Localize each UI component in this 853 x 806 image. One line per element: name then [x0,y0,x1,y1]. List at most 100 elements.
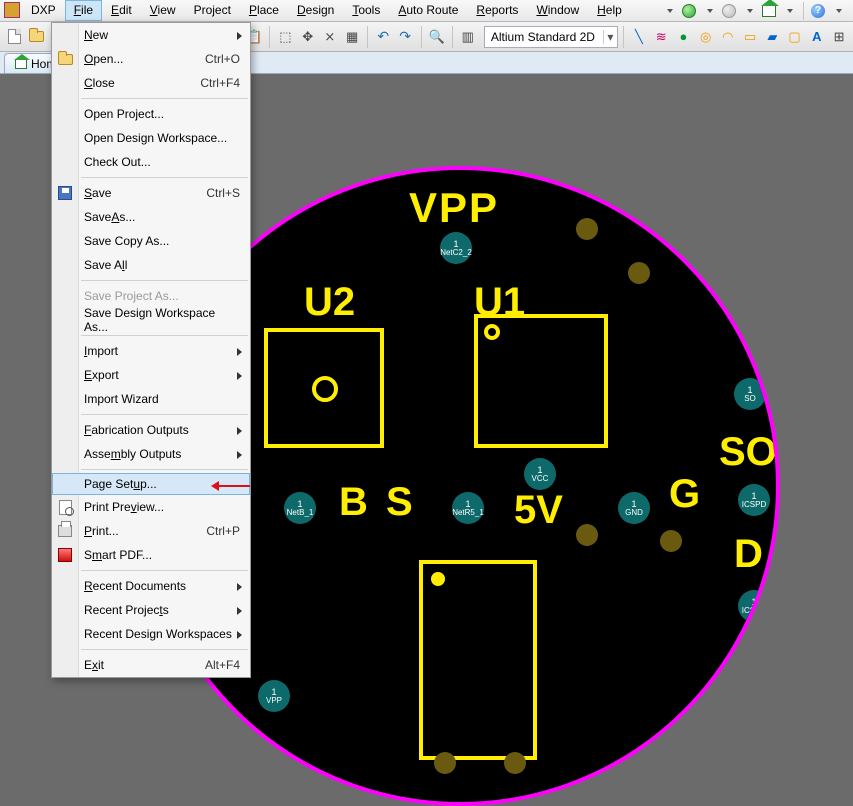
menu-separator [81,469,248,470]
menu-item-recent-documents[interactable]: Recent Documents [52,574,250,598]
redo-button[interactable]: ↶ [395,26,415,48]
silk-b: B [339,480,368,525]
history-split-button[interactable] [660,2,678,20]
pad-vcc: 1VCC [524,458,556,490]
silk-u2: U2 [304,280,355,325]
pin1-dot-icon [431,572,445,586]
rubber-band-button[interactable]: ▦ [342,26,362,48]
menu-reports[interactable]: Reports [467,0,527,21]
nav-back-button[interactable] [680,2,698,20]
menu-view[interactable]: View [141,0,185,21]
menu-window[interactable]: Window [527,0,588,21]
menu-item-save-workspace-as[interactable]: Save Design Workspace As... [52,308,250,332]
browse-button[interactable]: ▥ [458,26,478,48]
document-icon [8,29,21,44]
menu-item-recent-workspaces[interactable]: Recent Design Workspaces [52,622,250,646]
menu-item-save[interactable]: SaveCtrl+S [52,181,250,205]
menu-file[interactable]: File [65,0,102,21]
menu-item-open-project[interactable]: Open Project... [52,102,250,126]
deselect-button[interactable]: ⨯ [320,26,340,48]
app-icon [4,2,20,18]
menu-item-close[interactable]: CloseCtrl+F4 [52,71,250,95]
menu-item-save-all[interactable]: Save All [52,253,250,277]
menubar-right: ? [660,0,853,21]
menu-edit[interactable]: Edit [102,0,141,21]
menu-item-recent-projects[interactable]: Recent Projects [52,598,250,622]
menu-item-save-copy-as[interactable]: Save Copy As... [52,229,250,253]
silk-d: D [734,532,763,577]
string-button[interactable]: A [807,26,827,48]
file-menu-dropdown: New Open...Ctrl+O CloseCtrl+F4 Open Proj… [51,22,251,678]
component-button[interactable]: ⊞ [829,26,849,48]
view-config-combo[interactable]: Altium Standard 2D ▾ [484,26,618,48]
menu-item-assembly-outputs[interactable]: Assembly Outputs [52,442,250,466]
region-button[interactable]: ▢ [784,26,804,48]
pin1-marker-icon [312,376,338,402]
fill-button[interactable]: ▭ [740,26,760,48]
home-button[interactable] [760,2,778,20]
separator [452,26,453,48]
menu-item-import[interactable]: Import [52,339,250,363]
via [504,752,526,774]
new-doc-button[interactable] [4,26,24,48]
menu-item-new[interactable]: New [52,23,250,47]
zoom-button[interactable]: 🔍 [427,26,447,48]
route-button[interactable]: ╲ [629,26,649,48]
menu-separator [81,280,248,281]
pad-netb: 1NetB_1 [284,492,316,524]
menu-project[interactable]: Project [185,0,240,21]
menu-item-export[interactable]: Export [52,363,250,387]
menu-item-save-as[interactable]: Save As... [52,205,250,229]
via-button[interactable]: ● [673,26,693,48]
menu-item-print-preview[interactable]: Print Preview... [52,495,250,519]
menu-item-fabrication-outputs[interactable]: Fabrication Outputs [52,418,250,442]
menu-autoroute[interactable]: Auto Route [389,0,467,21]
silk-r: R [259,742,288,787]
home-dd[interactable] [780,2,798,20]
pad-netr5: 1NetR5_1 [452,492,484,524]
menu-separator [81,649,248,650]
silk-5v: 5V [514,488,563,533]
help-button[interactable]: ? [809,2,827,20]
annotation-arrow-icon [218,485,250,487]
silk-so: SO [719,430,777,475]
separator [421,26,422,48]
diff-pair-button[interactable]: ≋ [651,26,671,48]
menu-item-open[interactable]: Open...Ctrl+O [52,47,250,71]
menu-design[interactable]: Design [288,0,343,21]
poly-button[interactable]: ▰ [762,26,782,48]
menu-dxp[interactable]: DXP [22,0,65,21]
help-dd[interactable] [829,2,847,20]
via [628,262,650,284]
menu-separator [81,335,248,336]
nav-fwd-button[interactable] [720,2,738,20]
arc-button[interactable]: ◠ [718,26,738,48]
menu-item-checkout[interactable]: Check Out... [52,150,250,174]
menu-separator [81,98,248,99]
view-config-value: Altium Standard 2D [485,30,603,44]
move-button[interactable]: ✥ [298,26,318,48]
menu-item-page-setup[interactable]: Page Setup... [52,473,250,495]
pdf-icon [57,547,73,563]
pad-gnd: 1GND [618,492,650,524]
nav-fwd-dd[interactable] [740,2,758,20]
select-button[interactable]: ⬚ [275,26,295,48]
undo-button[interactable]: ↶ [373,26,393,48]
silk-vpp: VPP [409,184,499,232]
menu-item-import-wizard[interactable]: Import Wizard [52,387,250,411]
menu-item-exit[interactable]: ExitAlt+F4 [52,653,250,677]
separator [367,26,368,48]
menu-item-open-workspace[interactable]: Open Design Workspace... [52,126,250,150]
menu-place[interactable]: Place [240,0,288,21]
menu-item-print[interactable]: Print...Ctrl+P [52,519,250,543]
menu-tools[interactable]: Tools [343,0,389,21]
place-pad-button[interactable]: ◎ [696,26,716,48]
pad-icspc: 1ICSPC [738,590,770,622]
menu-help[interactable]: Help [588,0,631,21]
open-button[interactable] [26,26,46,48]
nav-back-dd[interactable] [700,2,718,20]
component-u1 [474,314,608,448]
pad-vpp: 1VPP [258,680,290,712]
menu-item-smart-pdf[interactable]: Smart PDF... [52,543,250,567]
silk-c: C [734,632,763,677]
